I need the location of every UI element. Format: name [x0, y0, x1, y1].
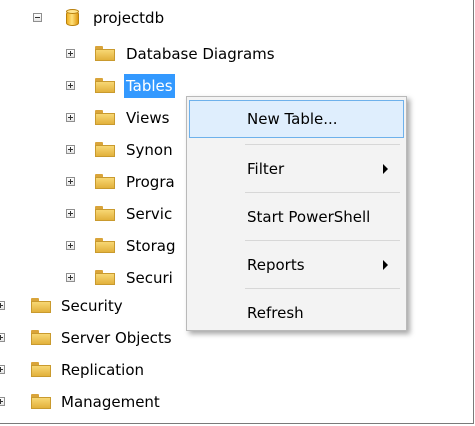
node-label: Storag	[126, 237, 176, 255]
object-explorer-tree: projectdb Database Diagrams Tables Views…	[0, 0, 474, 424]
node-label: projectdb	[93, 9, 165, 27]
tree-node-database-diagrams[interactable]: Database Diagrams	[0, 42, 320, 66]
menu-separator	[245, 192, 400, 193]
folder-icon	[95, 142, 115, 157]
submenu-arrow-icon	[383, 260, 388, 270]
node-label: Tables	[124, 74, 175, 98]
tree-node-management[interactable]: Management	[0, 390, 220, 414]
database-icon	[66, 9, 79, 27]
folder-icon	[31, 362, 51, 377]
node-label: Security	[61, 297, 123, 315]
tree-node-programmability[interactable]: Progra	[0, 170, 186, 194]
tree-node-db-security[interactable]: Securi	[0, 266, 186, 290]
tree-node-synonyms[interactable]: Synon	[0, 138, 186, 162]
folder-icon	[95, 238, 115, 253]
tree-node-security[interactable]: Security	[0, 294, 186, 318]
menu-item-label: Start PowerShell	[247, 208, 371, 226]
menu-separator	[245, 240, 400, 241]
tree-node-projectdb[interactable]: projectdb	[0, 6, 300, 30]
expand-icon[interactable]	[66, 145, 75, 154]
node-label: Servic	[126, 205, 173, 223]
expand-icon[interactable]	[0, 301, 5, 310]
node-label: Database Diagrams	[126, 45, 275, 63]
folder-icon	[95, 206, 115, 221]
folder-icon	[95, 174, 115, 189]
menu-item-new-table[interactable]: New Table...	[189, 100, 404, 138]
node-label: Replication	[61, 361, 145, 379]
menu-item-refresh[interactable]: Refresh	[187, 297, 406, 329]
expand-icon[interactable]	[66, 273, 75, 282]
expand-icon[interactable]	[66, 81, 75, 90]
menu-item-filter[interactable]: Filter	[187, 153, 406, 185]
tree-node-views[interactable]: Views	[0, 106, 186, 130]
node-label: Management	[61, 393, 160, 411]
tree-node-service-broker[interactable]: Servic	[0, 202, 186, 226]
tree-node-tables[interactable]: Tables	[0, 74, 190, 98]
collapse-icon[interactable]	[33, 13, 42, 22]
expand-icon[interactable]	[0, 397, 5, 406]
expand-icon[interactable]	[66, 177, 75, 186]
expand-icon[interactable]	[0, 333, 5, 342]
folder-icon	[95, 110, 115, 125]
folder-icon	[95, 78, 115, 93]
tree-node-storage[interactable]: Storag	[0, 234, 186, 258]
node-label: Synon	[126, 141, 173, 159]
context-menu: New Table... Filter Start PowerShell Rep…	[186, 96, 407, 331]
folder-icon	[31, 330, 51, 345]
node-label: Securi	[126, 269, 173, 287]
folder-icon	[95, 46, 115, 61]
submenu-arrow-icon	[383, 164, 388, 174]
node-label: Progra	[126, 173, 175, 191]
expand-icon[interactable]	[66, 241, 75, 250]
expand-icon[interactable]	[66, 209, 75, 218]
menu-item-label: Filter	[247, 160, 285, 178]
menu-item-label: Refresh	[247, 304, 304, 322]
tree-node-replication[interactable]: Replication	[0, 358, 220, 382]
expand-icon[interactable]	[66, 113, 75, 122]
folder-icon	[31, 298, 51, 313]
menu-item-label: New Table...	[247, 110, 338, 128]
menu-separator	[245, 144, 400, 145]
node-label: Views	[126, 109, 170, 127]
menu-item-reports[interactable]: Reports	[187, 249, 406, 281]
node-label: Server Objects	[61, 329, 172, 347]
menu-item-start-powershell[interactable]: Start PowerShell	[187, 201, 406, 233]
expand-icon[interactable]	[0, 365, 5, 374]
menu-item-label: Reports	[247, 256, 305, 274]
folder-icon	[95, 270, 115, 285]
menu-separator	[245, 288, 400, 289]
expand-icon[interactable]	[66, 49, 75, 58]
folder-icon	[31, 394, 51, 409]
